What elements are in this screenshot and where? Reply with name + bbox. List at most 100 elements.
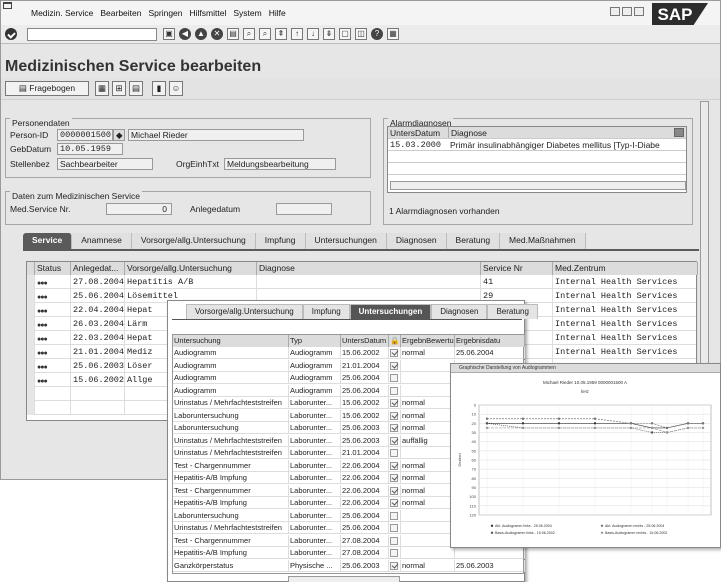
data-point xyxy=(593,422,597,425)
released-checkbox[interactable] xyxy=(390,498,399,508)
released-checkbox[interactable] xyxy=(390,536,398,545)
save-icon[interactable]: ▣ xyxy=(163,28,175,40)
find-next-icon[interactable]: ⌕ xyxy=(259,28,271,40)
row-selector[interactable] xyxy=(27,317,35,331)
ov-col-untersdatum[interactable]: UntersDatum xyxy=(341,335,389,347)
col-anlegedatum[interactable]: Anlegedat... xyxy=(71,262,125,275)
untersuchung-row[interactable]: Hepatitis-A/B Impfung Laborunter... 27.08.… xyxy=(173,547,525,559)
back-icon[interactable]: ◀ xyxy=(179,28,191,40)
menu-springen[interactable]: Springen xyxy=(148,8,182,18)
new-session-icon[interactable]: ▢ xyxy=(339,28,351,40)
tab-beratung[interactable]: Beratung xyxy=(446,233,501,249)
tree-icon[interactable]: ⊞ xyxy=(112,81,126,96)
released-checkbox[interactable] xyxy=(390,423,399,433)
row-selector[interactable] xyxy=(27,401,35,415)
person-id-field[interactable]: 0000001500 xyxy=(57,129,113,141)
overlay-tab-vorsorge[interactable]: Vorsorge/allg.Untersuchung xyxy=(186,304,303,319)
menu-hilfsmittel[interactable]: Hilfsmittel xyxy=(190,8,227,18)
released-checkbox[interactable] xyxy=(390,435,399,445)
untersuchung-row[interactable]: Ganzkörperstatus Physische ... 25.06.2003 n… xyxy=(173,559,525,572)
overlay-hscroll[interactable] xyxy=(288,576,400,582)
enter-icon[interactable] xyxy=(5,28,17,40)
row-selector[interactable] xyxy=(27,289,35,303)
released-checkbox[interactable] xyxy=(390,360,399,370)
row-selector[interactable] xyxy=(27,275,35,289)
help-icon[interactable]: ? xyxy=(371,28,383,40)
menu-system[interactable]: System xyxy=(233,8,261,18)
menu-medizin-service[interactable]: Medizin. Service xyxy=(31,8,93,18)
released-checkbox[interactable] xyxy=(390,485,399,495)
alarm-row[interactable]: 15.03.2000 Primär insulinabhängiger Diab… xyxy=(388,139,686,151)
row-selector[interactable] xyxy=(27,373,35,387)
released-checkbox[interactable] xyxy=(390,473,399,483)
ov-col-lock[interactable]: 🔒 xyxy=(389,335,401,347)
overlay-tab-untersuchungen[interactable]: Untersuchungen xyxy=(349,304,432,319)
untersuchung-cell-d: 25.06.2003 xyxy=(341,559,389,572)
col-diagnose[interactable]: Diagnose xyxy=(257,262,481,275)
col-service-nr[interactable]: Service Nr xyxy=(481,262,553,275)
tab-untersuchungen[interactable]: Untersuchungen xyxy=(305,233,387,249)
released-checkbox[interactable] xyxy=(390,460,399,470)
shortcut-icon[interactable]: ◫ xyxy=(355,28,367,40)
prev-page-icon[interactable]: ↑ xyxy=(291,28,303,40)
command-field[interactable] xyxy=(27,28,157,41)
row-selector[interactable] xyxy=(27,303,35,317)
released-checkbox[interactable] xyxy=(390,560,399,570)
released-checkbox[interactable] xyxy=(390,386,398,395)
service-row[interactable]: ●●● 27.08.2004 Hepatitis A/B 41 Internal Hea… xyxy=(27,275,698,289)
row-selector[interactable] xyxy=(27,387,35,401)
col-vorsorge[interactable]: Vorsorge/allg.Untersuchung xyxy=(125,262,257,275)
ov-col-ergebnisdatum[interactable]: Ergebnisdatu xyxy=(455,335,525,347)
released-checkbox[interactable] xyxy=(390,511,398,520)
released-checkbox[interactable] xyxy=(390,524,398,533)
overview-icon[interactable]: ▦ xyxy=(95,81,109,96)
tab-med-massnahmen[interactable]: Med.Maßnahmen xyxy=(500,233,586,249)
last-page-icon[interactable]: ⇟ xyxy=(323,28,335,40)
tab-impfung[interactable]: Impfung xyxy=(255,233,306,249)
info-icon[interactable]: ▮ xyxy=(152,81,166,96)
overlay-tab-impfung[interactable]: Impfung xyxy=(302,304,350,319)
table-settings-icon[interactable] xyxy=(674,128,684,137)
tab-service[interactable]: Service xyxy=(23,233,73,249)
next-page-icon[interactable]: ↓ xyxy=(307,28,319,40)
untersuchung-row[interactable]: Audiogramm Audiogramm 15.06.2002 normal 25.0… xyxy=(173,347,525,359)
released-checkbox[interactable] xyxy=(390,410,399,420)
row-selector[interactable] xyxy=(27,331,35,345)
print-button-icon[interactable]: ▤ xyxy=(129,81,143,96)
search-help-icon[interactable]: ◆ xyxy=(113,129,125,141)
row-selector[interactable] xyxy=(27,345,35,359)
close-icon[interactable] xyxy=(634,7,644,16)
system-menu-icon[interactable] xyxy=(3,2,12,9)
tab-anamnese[interactable]: Anamnese xyxy=(72,233,132,249)
person-icon[interactable]: ☺ xyxy=(169,81,183,96)
data-point xyxy=(557,422,561,425)
row-selector[interactable] xyxy=(27,359,35,373)
released-checkbox[interactable] xyxy=(390,549,398,558)
layout-icon[interactable]: ▦ xyxy=(387,28,399,40)
alarm-hscroll[interactable] xyxy=(390,181,686,190)
released-checkbox[interactable] xyxy=(390,398,399,408)
minimize-icon[interactable] xyxy=(610,7,620,16)
tab-vorsorge[interactable]: Vorsorge/allg.Untersuchung xyxy=(131,233,256,249)
print-icon[interactable]: ▤ xyxy=(227,28,239,40)
menu-bearbeiten[interactable]: Bearbeiten xyxy=(100,8,141,18)
overlay-tab-beratung[interactable]: Beratung xyxy=(487,304,538,319)
find-icon[interactable]: ⌕ xyxy=(243,28,255,40)
maximize-icon[interactable] xyxy=(622,7,632,16)
released-checkbox[interactable] xyxy=(390,348,399,358)
fragebogen-button[interactable]: ▤ Fragebogen xyxy=(5,81,89,96)
data-point xyxy=(686,422,690,425)
ov-col-untersuchung[interactable]: Untersuchung xyxy=(173,335,289,347)
tab-diagnosen[interactable]: Diagnosen xyxy=(386,233,447,249)
ov-col-typ[interactable]: Typ xyxy=(289,335,341,347)
first-page-icon[interactable]: ⇞ xyxy=(275,28,287,40)
released-checkbox[interactable] xyxy=(390,374,398,383)
released-checkbox[interactable] xyxy=(390,449,398,458)
exit-icon[interactable]: ▲ xyxy=(195,28,207,40)
overlay-tab-diagnosen[interactable]: Diagnosen xyxy=(431,304,488,319)
col-status[interactable]: Status xyxy=(35,262,71,275)
col-med-zentrum[interactable]: Med.Zentrum xyxy=(553,262,698,275)
cancel-icon[interactable]: ✕ xyxy=(211,28,223,40)
menu-hilfe[interactable]: Hilfe xyxy=(269,8,286,18)
ov-col-bewertung[interactable]: ErgebnBewertung xyxy=(401,335,455,347)
